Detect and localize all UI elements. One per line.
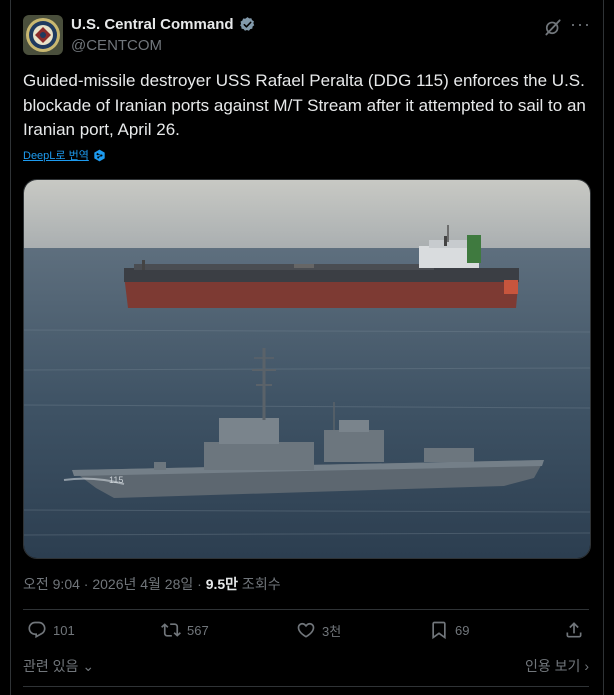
- related-label[interactable]: 관련 있음: [23, 658, 78, 674]
- views-label: 조회수: [238, 576, 281, 592]
- avatar[interactable]: [23, 15, 63, 55]
- translate-label[interactable]: DeepL로 번역: [23, 147, 89, 163]
- grok-icon[interactable]: [543, 17, 563, 37]
- bookmark-button[interactable]: 69: [429, 620, 469, 640]
- verified-badge-icon: [239, 17, 254, 31]
- heart-icon: [297, 622, 315, 638]
- warship-photo: 115: [24, 180, 590, 558]
- bookmark-count: 69: [455, 622, 470, 638]
- translate-link[interactable]: DeepL로 번역: [23, 147, 106, 163]
- tweet-text: Guided-missile destroyer USS Rafael Pera…: [23, 71, 586, 139]
- frame-border-right: [603, 0, 604, 695]
- frame-border-left: [10, 0, 11, 695]
- bookmark-icon: [432, 621, 446, 640]
- reply-button[interactable]: 101: [27, 620, 75, 640]
- divider-bottom: [23, 686, 589, 687]
- repost-count: 567: [187, 622, 209, 638]
- repost-icon: [161, 623, 181, 637]
- centcom-seal-icon: [23, 15, 63, 55]
- reply-icon: [28, 621, 46, 639]
- reply-count: 101: [53, 622, 75, 638]
- views-count: 9.5만: [205, 576, 239, 592]
- like-button[interactable]: 3천: [296, 620, 341, 640]
- account-name-row[interactable]: U.S. Central Command: [71, 16, 256, 33]
- share-icon: [566, 622, 582, 638]
- more-options-icon[interactable]: ···: [570, 15, 590, 37]
- view-quotes-link[interactable]: 인용 보기 ›: [525, 656, 589, 676]
- account-handle[interactable]: @CENTCOM: [71, 37, 162, 54]
- quotes-label[interactable]: 인용 보기: [525, 658, 580, 674]
- deepl-icon: [94, 149, 105, 161]
- related-toggle[interactable]: 관련 있음 ⌄: [23, 656, 94, 676]
- chevron-right-icon: ›: [584, 658, 589, 674]
- divider-top: [23, 609, 589, 610]
- tweet-photo[interactable]: 115: [23, 179, 591, 559]
- share-button[interactable]: [564, 620, 584, 640]
- like-count: 3천: [322, 623, 342, 639]
- timestamp[interactable]: 오전 9:04 · 2026년 4월 28일 ·: [23, 576, 206, 592]
- chevron-down-icon: ⌄: [82, 658, 95, 674]
- repost-button[interactable]: 567: [161, 620, 209, 640]
- tweet-meta: 오전 9:04 · 2026년 4월 28일 · 9.5만 조회수: [23, 574, 281, 594]
- account-name[interactable]: U.S. Central Command: [71, 16, 234, 33]
- action-bar: 101 567 3천 69: [23, 620, 589, 648]
